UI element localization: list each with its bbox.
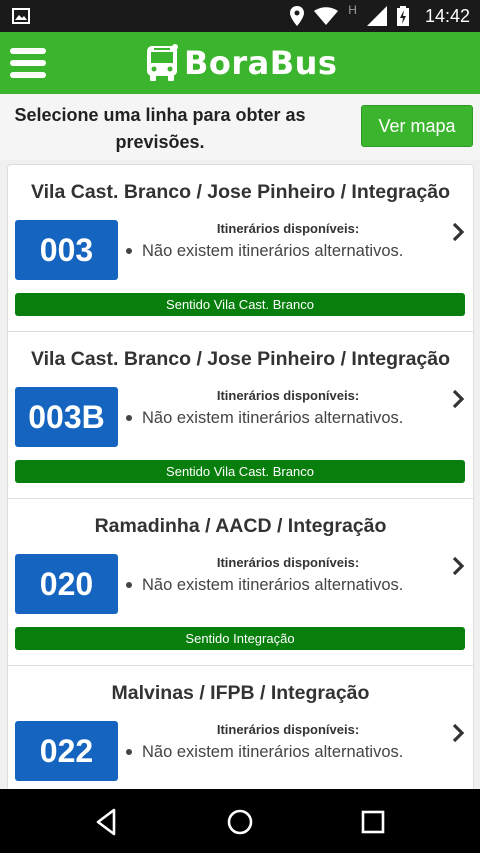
route-title: Malvinas / IFPB / Integração — [111, 682, 370, 704]
itinerary-item: Não existem itinerários alternativos. — [126, 242, 403, 261]
route-number-badge: 003 — [15, 220, 118, 280]
itinerary-item-text: Não existem itinerários alternativos. — [142, 242, 404, 260]
direction-bar[interactable]: Sentido Vila Cast. Branco — [15, 293, 465, 316]
route-list: Vila Cast. Branco / Jose Pinheiro / Inte… — [7, 164, 474, 791]
itinerary-item-text: Não existem itinerários alternativos. — [142, 409, 404, 427]
brand-logo: BoraBus — [146, 42, 337, 84]
instructions-text: Selecione uma linha para obter as previs… — [14, 105, 306, 152]
route-number-badge: 003B — [15, 387, 118, 447]
route-card[interactable]: Ramadinha / AACD / Integração 020 Itiner… — [8, 499, 473, 666]
direction-bar[interactable]: Sentido Vila Cast. Branco — [15, 460, 465, 483]
itinerary-item: Não existem itinerários alternativos. — [126, 409, 403, 428]
route-card[interactable]: Vila Cast. Branco / Jose Pinheiro / Inte… — [8, 332, 473, 499]
clock: 14:42 — [424, 5, 470, 26]
hamburger-icon[interactable] — [10, 48, 46, 78]
chevron-right-icon[interactable] — [451, 223, 465, 241]
route-title: Ramadinha / AACD / Integração — [94, 515, 387, 537]
itinerary-item: Não existem itinerários alternativos. — [126, 576, 403, 595]
wifi-icon — [314, 7, 339, 25]
itinerary-item-text: Não existem itinerários alternativos. — [142, 743, 404, 761]
itinerary-heading: Itinerários disponíveis: — [216, 555, 360, 570]
system-nav-bar — [0, 789, 480, 853]
location-icon — [290, 6, 305, 26]
chevron-right-icon[interactable] — [451, 390, 465, 408]
itinerary-item-text: Não existem itinerários alternativos. — [142, 576, 404, 594]
route-card[interactable]: Vila Cast. Branco / Jose Pinheiro / Inte… — [8, 165, 473, 332]
route-title: Vila Cast. Branco / Jose Pinheiro / Inte… — [30, 348, 451, 370]
home-icon[interactable] — [225, 807, 255, 837]
route-number-badge: 020 — [15, 554, 118, 614]
network-type-label: H — [348, 3, 357, 17]
itinerary-heading: Itinerários disponíveis: — [216, 221, 360, 236]
recents-icon[interactable] — [358, 807, 388, 837]
battery-charging-icon — [396, 6, 409, 26]
app-bar: BoraBus — [0, 32, 480, 94]
status-bar: H 14:42 — [0, 0, 480, 32]
chevron-right-icon[interactable] — [451, 724, 465, 742]
chevron-right-icon[interactable] — [451, 557, 465, 575]
signal-icon — [366, 6, 387, 26]
app-title: BoraBus — [184, 44, 338, 82]
route-number-badge: 022 — [15, 721, 118, 781]
itinerary-item: Não existem itinerários alternativos. — [126, 743, 403, 762]
itinerary-heading: Itinerários disponíveis: — [216, 388, 360, 403]
image-notification-icon — [12, 8, 30, 24]
back-icon[interactable] — [92, 807, 122, 837]
view-map-button[interactable]: Ver mapa — [361, 105, 473, 147]
bus-icon — [147, 44, 178, 81]
route-card[interactable]: Malvinas / IFPB / Integração 022 Itinerá… — [8, 666, 473, 790]
route-title: Vila Cast. Branco / Jose Pinheiro / Inte… — [30, 181, 451, 203]
direction-bar[interactable]: Sentido Integração — [15, 627, 465, 650]
itinerary-heading: Itinerários disponíveis: — [216, 722, 360, 737]
